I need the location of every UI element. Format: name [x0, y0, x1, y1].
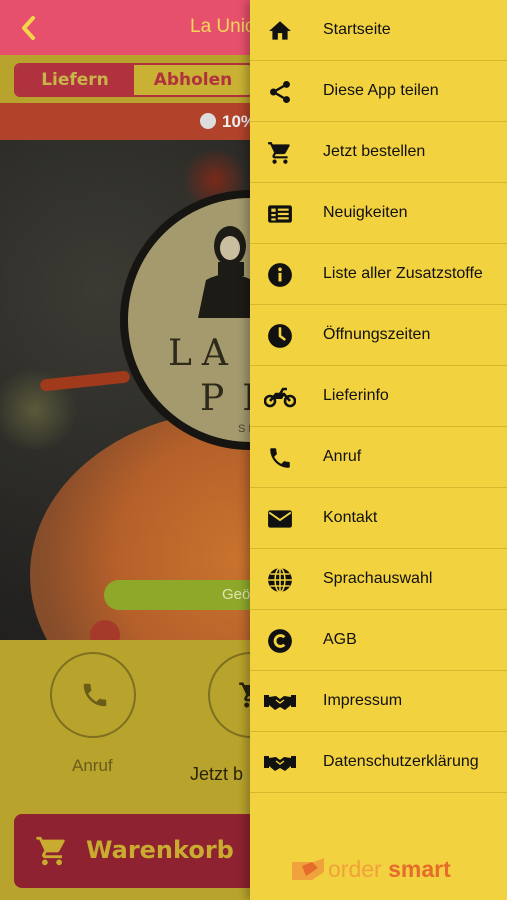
- handshake-icon: [264, 750, 296, 776]
- motorcycle-icon: [264, 384, 296, 410]
- envelope-icon: [267, 506, 293, 532]
- menu-item-label: Kontakt: [323, 509, 378, 526]
- menu-item-label: Öffnungszeiten: [323, 326, 431, 343]
- menu-item-share[interactable]: Diese App teilen: [250, 61, 507, 122]
- menu-item-label: Startseite: [323, 21, 391, 38]
- menu-item-opening-hours[interactable]: Öffnungszeiten: [250, 305, 507, 366]
- menu-item-privacy[interactable]: Datenschutzerklärung: [250, 732, 507, 793]
- menu-item-label: Datenschutzerklärung: [323, 753, 479, 770]
- phone-icon: [83, 683, 107, 707]
- info-icon: [267, 262, 293, 288]
- menu-item-label: Sprachauswahl: [323, 570, 433, 587]
- menu-item-label: Diese App teilen: [323, 82, 439, 99]
- home-icon: [267, 18, 293, 44]
- open-status-button[interactable]: Geö: [104, 580, 264, 610]
- menu-item-label: Liste aller Zusatzstoffe: [323, 265, 483, 282]
- call-action-button[interactable]: [50, 652, 136, 738]
- menu-item-delivery-info[interactable]: Lieferinfo: [250, 366, 507, 427]
- share-icon: [267, 79, 293, 105]
- menu-item-imprint[interactable]: Impressum: [250, 671, 507, 732]
- cart-button[interactable]: Warenkorb: [14, 814, 264, 888]
- copyright-icon: [267, 628, 293, 654]
- phone-icon: [267, 445, 293, 471]
- ordersmart-mark-icon: [292, 858, 324, 880]
- pepper-topping: [90, 620, 120, 640]
- menu-item-label: Impressum: [323, 692, 403, 709]
- cart-icon: [267, 140, 293, 166]
- menu-item-label: Neuigkeiten: [323, 204, 408, 221]
- order-type-segmented-control: Liefern Abholen: [14, 63, 254, 97]
- order-action-label: Jetzt b: [190, 764, 244, 784]
- promo-text: 10%: [200, 112, 256, 132]
- handshake-icon: [264, 689, 296, 715]
- cart-label: Warenkorb: [86, 836, 234, 864]
- brand-word-order: order: [328, 856, 382, 882]
- app-title: La Unio: [190, 16, 256, 37]
- menu-item-contact[interactable]: Kontakt: [250, 488, 507, 549]
- cart-icon: [36, 836, 65, 866]
- navigation-drawer: Startseite Diese App teilen Jetzt bestel…: [250, 0, 507, 900]
- tab-abholen[interactable]: Abholen: [134, 65, 252, 95]
- menu-item-call[interactable]: Anruf: [250, 427, 507, 488]
- chef-illustration: [198, 226, 258, 318]
- menu-item-label: Jetzt bestellen: [323, 143, 426, 160]
- menu-item-label: Anruf: [323, 448, 362, 465]
- back-chevron-icon[interactable]: [18, 14, 42, 42]
- menu-item-order-now[interactable]: Jetzt bestellen: [250, 122, 507, 183]
- news-icon: [267, 201, 293, 227]
- clock-icon: [267, 323, 293, 349]
- menu-item-news[interactable]: Neuigkeiten: [250, 183, 507, 244]
- menu-item-terms[interactable]: AGB: [250, 610, 507, 671]
- ordersmart-wordmark: order smart: [328, 856, 451, 883]
- globe-icon: [267, 567, 293, 593]
- menu-item-startseite[interactable]: Startseite: [250, 0, 507, 61]
- menu-item-additives[interactable]: Liste aller Zusatzstoffe: [250, 244, 507, 305]
- menu-item-label: AGB: [323, 631, 357, 648]
- call-action-label: Anruf: [72, 756, 113, 775]
- menu-item-language[interactable]: Sprachauswahl: [250, 549, 507, 610]
- tab-liefern[interactable]: Liefern: [16, 65, 134, 95]
- menu-item-label: Lieferinfo: [323, 387, 389, 404]
- badge-icon: [200, 113, 216, 129]
- brand-word-smart: smart: [388, 856, 451, 882]
